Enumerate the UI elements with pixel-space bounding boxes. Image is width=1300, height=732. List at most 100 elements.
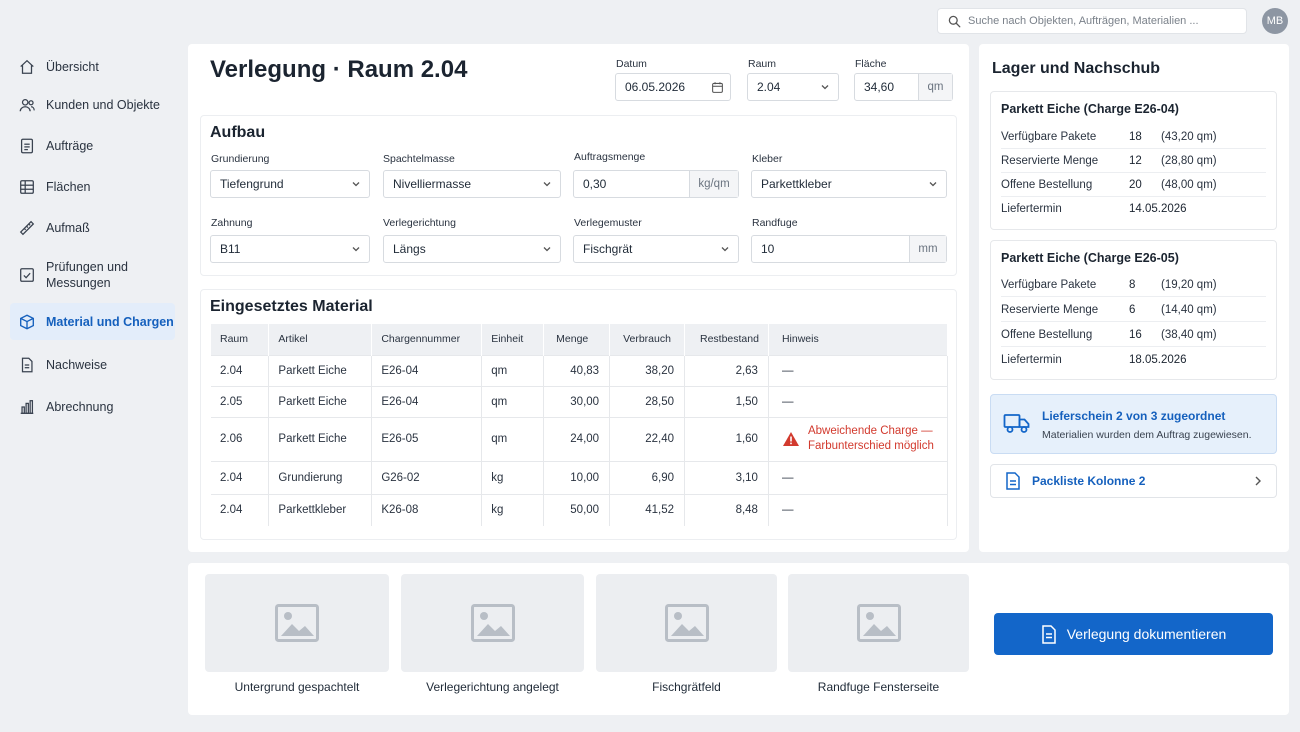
room-select[interactable]: 2.04	[747, 73, 839, 101]
chevron-down-icon	[812, 82, 838, 92]
column-header[interactable]: Restbestand	[684, 324, 769, 355]
menge-unit: kg/qm	[689, 171, 738, 197]
cell-hinweis: —	[768, 354, 949, 386]
cell-artikel: Parkett Eiche	[268, 385, 373, 417]
kleber-select[interactable]: Parkettkleber	[751, 170, 947, 198]
image-icon	[470, 604, 515, 642]
stock-row: Offene Bestellung 16 (38,40 qm)	[1001, 323, 1266, 347]
cell-rest: 3,10	[684, 460, 769, 494]
packliste-link[interactable]: Packliste Kolonne 2	[990, 464, 1277, 498]
sidebar-item-abrechnung[interactable]: Abrechnung	[10, 388, 175, 425]
cell-hinweis: —	[768, 493, 949, 526]
avatar[interactable]: MB	[1262, 8, 1288, 34]
column-header[interactable]: Verbrauch	[609, 324, 685, 355]
sidebar-item-auftraege[interactable]: Aufträge	[10, 127, 175, 164]
sidebar-item-nachweise[interactable]: Nachweise	[10, 346, 175, 383]
table-header-row: Raum Artikel Chargennummer Einheit Menge…	[211, 324, 949, 355]
cell-rest: 1,60	[684, 416, 769, 461]
cell-charge: E26-05	[371, 416, 483, 461]
photo-thumbnail[interactable]	[401, 574, 584, 672]
sidebar-item-label: Aufmaß	[46, 220, 90, 235]
sidebar-item-flaechen[interactable]: Flächen	[10, 168, 175, 205]
grundierung-select[interactable]: Tiefengrund	[210, 170, 370, 198]
document-icon	[16, 137, 38, 155]
cell-charge: K26-08	[371, 493, 483, 526]
table-row[interactable]: 2.05 Parkett Eiche E26-04 qm 30,00 28,50…	[211, 385, 949, 417]
cell-artikel: Parkett Eiche	[268, 354, 373, 386]
sidebar-item-uebersicht[interactable]: Übersicht	[10, 48, 175, 85]
document-icon	[1041, 624, 1057, 644]
column-header[interactable]: Einheit	[481, 324, 545, 355]
chevron-down-icon	[712, 244, 738, 254]
table-row[interactable]: 2.06 Parkett Eiche E26-05 qm 24,00 22,40…	[211, 416, 949, 461]
column-header[interactable]: Chargennummer	[371, 324, 483, 355]
checkbox-icon	[16, 266, 38, 284]
search-bar[interactable]	[937, 8, 1247, 34]
sidebar-item-label: Prüfungen und Messungen	[46, 260, 129, 290]
room-label: Raum	[748, 58, 777, 70]
column-header[interactable]: Artikel	[268, 324, 373, 355]
cell-einheit: qm	[481, 385, 545, 417]
cell-charge: E26-04	[371, 385, 483, 417]
photo-thumbnail[interactable]	[205, 574, 389, 672]
sidebar-item-pruefungen[interactable]: Prüfungen und Messungen	[10, 254, 175, 296]
cell-rest: 1,50	[684, 385, 769, 417]
sidebar-item-kunden[interactable]: Kunden und Objekte	[10, 86, 175, 123]
table-row[interactable]: 2.04 Parkett Eiche E26-04 qm 40,83 38,20…	[211, 354, 949, 386]
muster-select[interactable]: Fischgrät	[573, 235, 739, 263]
warning-icon	[782, 431, 800, 447]
kleber-label: Kleber	[752, 153, 783, 165]
zahnung-select[interactable]: B11	[210, 235, 370, 263]
cell-charge: G26-02	[371, 460, 483, 494]
date-label: Datum	[616, 58, 647, 70]
richtung-label: Verlegerichtung	[383, 217, 456, 229]
grundierung-label: Grundierung	[211, 153, 270, 165]
area-label: Fläche	[855, 58, 887, 70]
cell-menge: 24,00	[543, 416, 611, 461]
cell-einheit: qm	[481, 416, 545, 461]
chevron-down-icon	[343, 179, 369, 189]
delivery-info[interactable]: Lieferschein 2 von 3 zugeordnet Material…	[990, 394, 1277, 454]
spachtel-select[interactable]: Nivelliermasse	[383, 170, 561, 198]
home-icon	[16, 58, 38, 76]
search-icon	[948, 15, 961, 28]
sidebar-item-aufmass[interactable]: Aufmaß	[10, 209, 175, 246]
cell-artikel: Parkett Eiche	[268, 416, 373, 461]
richtung-select[interactable]: Längs	[383, 235, 561, 263]
calendar-icon[interactable]	[704, 81, 730, 94]
warning-text: Abweichende Charge — Farbunterschied mög…	[807, 425, 934, 452]
photo-thumbnail[interactable]	[788, 574, 969, 672]
page-title: Verlegung · Raum 2.04	[210, 56, 468, 83]
material-title: Eingesetztes Material	[210, 298, 373, 315]
chevron-right-icon	[1254, 475, 1262, 487]
stock-row: Reservierte Menge 6 (14,40 qm)	[1001, 298, 1266, 322]
cell-hinweis: Abweichende Charge — Farbunterschied mög…	[768, 416, 949, 461]
photo-thumbnail[interactable]	[596, 574, 777, 672]
document-verlegung-button[interactable]: Verlegung dokumentieren	[994, 613, 1273, 655]
column-header[interactable]: Hinweis	[768, 324, 949, 355]
photo-caption: Randfuge Fensterseite	[817, 680, 940, 694]
image-icon	[275, 604, 319, 642]
chevron-down-icon	[343, 244, 369, 254]
column-header[interactable]: Menge	[543, 324, 611, 355]
cell-einheit: kg	[481, 460, 545, 494]
stock-card: Parkett Eiche (Charge E26-05) Verfügbare…	[990, 240, 1277, 380]
search-input[interactable]	[968, 15, 1228, 27]
area-field[interactable]: 34,60 qm	[854, 73, 953, 101]
cell-artikel: Grundierung	[268, 460, 373, 494]
randfuge-unit: mm	[909, 236, 946, 262]
table-row[interactable]: 2.04 Parkettkleber K26-08 kg 50,00 41,52…	[211, 493, 949, 526]
table-row[interactable]: 2.04 Grundierung G26-02 kg 10,00 6,90 3,…	[211, 460, 949, 494]
sidebar-item-label: Aufträge	[46, 138, 94, 153]
photo-caption: Verlegerichtung angelegt	[426, 680, 559, 694]
stock-card-title: Parkett Eiche (Charge E26-04)	[1001, 102, 1179, 116]
randfuge-field[interactable]: 10 mm	[751, 235, 947, 263]
sidebar-item-material[interactable]: Material und Chargen	[10, 303, 175, 340]
cell-verbrauch: 6,90	[609, 460, 685, 494]
column-header[interactable]: Raum	[211, 324, 270, 355]
menge-field[interactable]: 0,30 kg/qm	[573, 170, 739, 198]
area-unit: qm	[918, 74, 952, 100]
date-field[interactable]: 06.05.2026	[615, 73, 731, 101]
material-table: Raum Artikel Chargennummer Einheit Menge…	[211, 324, 949, 526]
cell-einheit: kg	[481, 493, 545, 526]
